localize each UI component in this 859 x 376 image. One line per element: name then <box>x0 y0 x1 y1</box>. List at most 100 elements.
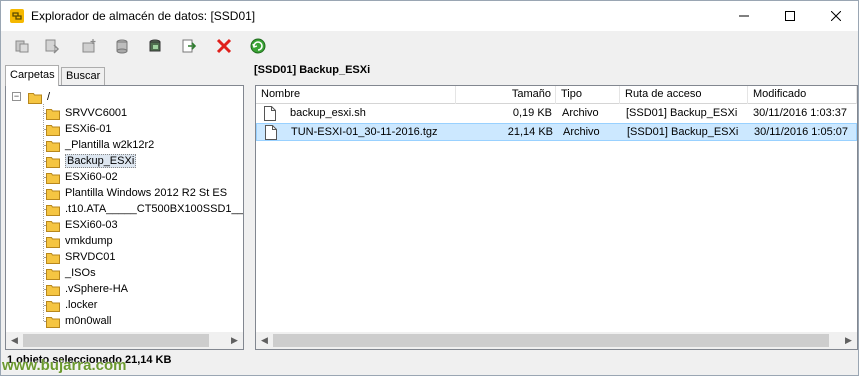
file-modified: 30/11/2016 1:03:37 <box>753 107 847 119</box>
folder-icon <box>46 252 60 264</box>
folder-icon <box>46 268 60 280</box>
table-row[interactable]: TUN-ESXI-01_30-11-2016.tgz 21,14 KB Arch… <box>256 123 857 141</box>
refresh-button[interactable] <box>247 35 269 57</box>
folder-icon <box>46 284 60 296</box>
tree-horizontal-scrollbar[interactable]: ◀ ▶ <box>6 332 243 349</box>
tree-item-label: .vSphere-HA <box>65 283 128 295</box>
maximize-button[interactable] <box>767 1 813 31</box>
folder-icon <box>46 300 60 312</box>
tree-item-label: Backup_ESXi <box>65 154 137 168</box>
tree-item[interactable]: .locker <box>46 297 97 313</box>
tree-item[interactable]: ESXi60-03 <box>46 217 118 233</box>
tree-item[interactable]: m0n0wall <box>46 313 111 329</box>
scroll-right-arrow-icon[interactable]: ▶ <box>226 332 243 349</box>
scroll-left-arrow-icon[interactable]: ◀ <box>256 332 273 349</box>
tree-item[interactable]: _Plantilla w2k12r2 <box>46 137 154 153</box>
refresh-icon <box>250 38 266 54</box>
file-type: Archivo <box>562 107 599 119</box>
file-modified: 30/11/2016 1:05:07 <box>754 126 848 138</box>
scroll-thumb[interactable] <box>23 334 209 347</box>
tree-item-label: / <box>47 91 51 103</box>
window-title: Explorador de almacén de datos: [SSD01] <box>31 9 256 23</box>
tree-item-label: .locker <box>65 299 98 311</box>
register-vm-icon <box>149 39 161 52</box>
scroll-left-arrow-icon[interactable]: ◀ <box>6 332 23 349</box>
new-folder-button[interactable] <box>78 35 100 57</box>
datastore-icon <box>116 39 128 54</box>
file-name: TUN-ESXI-01_30-11-2016.tgz <box>291 126 438 138</box>
scroll-right-arrow-icon[interactable]: ▶ <box>840 332 857 349</box>
minimize-icon <box>739 15 749 17</box>
move-button[interactable] <box>178 35 200 57</box>
delete-button[interactable] <box>213 35 235 57</box>
current-path-header: [SSD01] Backup_ESXi <box>254 64 371 76</box>
upload-icon <box>15 40 29 53</box>
tree-item[interactable]: vmkdump <box>46 233 113 249</box>
datastore-browser-window: Explorador de almacén de datos: [SSD01] <box>0 0 859 376</box>
tree-item-label: .t10.ATA_____CT500BX100SSD1___ <box>65 203 244 215</box>
close-icon <box>831 11 841 21</box>
scroll-thumb[interactable] <box>273 334 829 347</box>
tree-item-label: Plantilla Windows 2012 R2 St ES <box>65 187 228 199</box>
collapse-toggle[interactable]: − <box>12 92 21 101</box>
folder-icon <box>46 220 60 232</box>
file-name: backup_esxi.sh <box>290 107 366 119</box>
column-header-modified[interactable]: Modificado <box>748 86 857 104</box>
folder-icon <box>46 188 60 200</box>
file-size: 21,14 KB <box>507 126 553 138</box>
tree-item-root[interactable]: / <box>28 89 50 105</box>
tree-item[interactable]: Backup_ESXi <box>46 153 137 169</box>
datastore-button[interactable] <box>111 35 133 57</box>
tree-item-label: ESXi6-01 <box>65 123 112 135</box>
move-icon <box>182 39 197 53</box>
minimize-button[interactable] <box>721 1 767 31</box>
title-bar: Explorador de almacén de datos: [SSD01] <box>1 1 858 31</box>
column-headers: Nombre Tamaño Tipo Ruta de acceso Modifi… <box>256 86 857 104</box>
folder-icon <box>46 172 60 184</box>
tree-item-label: SRVDC01 <box>65 251 116 263</box>
tree-item-label: vmkdump <box>65 235 113 247</box>
folder-icon <box>46 156 60 168</box>
delete-icon <box>216 38 232 54</box>
tree-item[interactable]: .vSphere-HA <box>46 281 128 297</box>
tree-item[interactable]: SRVVC6001 <box>46 105 127 121</box>
tab-search[interactable]: Buscar <box>61 67 105 85</box>
folder-tree[interactable]: − / SRVVC6001 ESXi6-01 _Plantilla w2k12r2 B… <box>5 85 244 350</box>
download-button[interactable] <box>41 35 63 57</box>
upload-button[interactable] <box>11 35 33 57</box>
register-vm-button[interactable] <box>144 35 166 57</box>
tree-item-label: _ISOs <box>65 267 96 279</box>
tree-item-label: m0n0wall <box>65 315 112 327</box>
column-header-name[interactable]: Nombre <box>256 86 456 104</box>
close-button[interactable] <box>813 1 859 31</box>
tree-item-label: ESXi60-03 <box>65 219 118 231</box>
column-header-type[interactable]: Tipo <box>556 86 620 104</box>
folder-icon <box>46 236 60 248</box>
column-header-path[interactable]: Ruta de acceso <box>620 86 748 104</box>
tree-item[interactable]: _ISOs <box>46 265 96 281</box>
vsphere-app-icon <box>10 9 24 23</box>
tree-item[interactable]: SRVDC01 <box>46 249 116 265</box>
folder-open-icon <box>28 92 42 104</box>
table-row[interactable]: backup_esxi.sh 0,19 KB Archivo [SSD01] B… <box>256 105 857 123</box>
watermark: www.bujarra.com <box>2 357 127 374</box>
list-horizontal-scrollbar[interactable]: ◀ ▶ <box>256 332 857 349</box>
tab-folders[interactable]: Carpetas <box>5 65 59 86</box>
file-icon <box>265 125 277 140</box>
column-header-size[interactable]: Tamaño <box>456 86 556 104</box>
file-list[interactable]: Nombre Tamaño Tipo Ruta de acceso Modifi… <box>255 85 858 350</box>
tree-item[interactable]: ESXi6-01 <box>46 121 111 137</box>
folder-icon <box>46 316 60 328</box>
status-bar: 1 objeto seleccionado 21,14 KB <box>3 352 858 374</box>
tree-item[interactable]: Plantilla Windows 2012 R2 St ES <box>46 185 227 201</box>
file-size: 0,19 KB <box>512 107 552 119</box>
folder-icon <box>46 204 60 216</box>
file-icon <box>264 106 276 121</box>
tree-item-label: SRVVC6001 <box>65 107 128 119</box>
file-type: Archivo <box>563 126 600 138</box>
folder-icon <box>46 140 60 152</box>
tree-item[interactable]: ESXi60-02 <box>46 169 118 185</box>
tree-item[interactable]: .t10.ATA_____CT500BX100SSD1___ <box>46 201 244 217</box>
file-path: [SSD01] Backup_ESXi <box>626 107 738 119</box>
maximize-icon <box>785 11 795 21</box>
